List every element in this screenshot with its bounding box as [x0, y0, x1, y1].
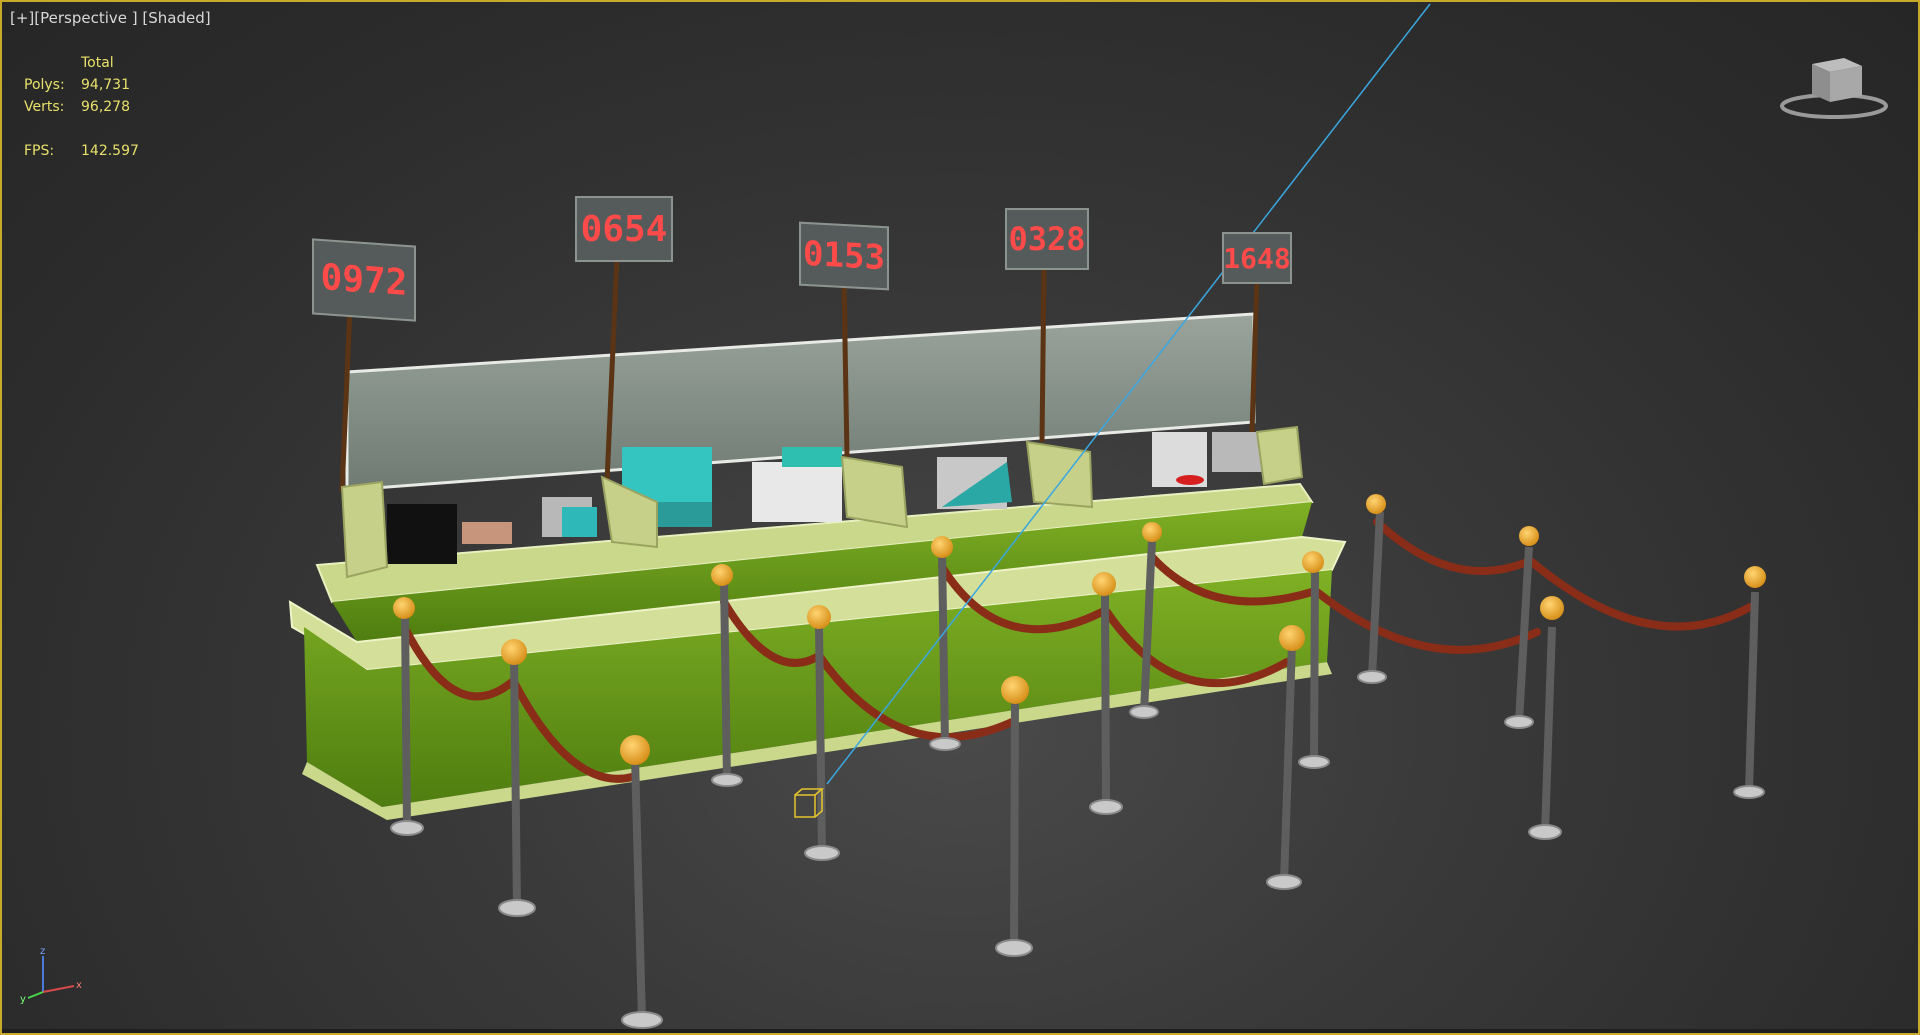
axis-gizmo-icon: z x y: [20, 946, 82, 1004]
viewcube-icon[interactable]: [1774, 54, 1894, 124]
sign-1: 0654: [575, 196, 673, 262]
sign-2: 0153: [799, 221, 889, 291]
sign-number: 1648: [1223, 241, 1291, 275]
scene-render[interactable]: [2, 2, 1920, 1035]
axis-x-label: x: [76, 980, 82, 991]
sign-number: 0972: [320, 256, 408, 304]
perspective-viewport[interactable]: [+][Perspective ] [Shaded] Total Polys: 9…: [0, 0, 1920, 1035]
sign-0: 0972: [312, 238, 416, 322]
viewport-bottom-edge: [2, 1029, 1918, 1033]
sign-4: 1648: [1222, 232, 1292, 284]
sign-3: 0328: [1005, 208, 1089, 270]
axis-z-label: z: [40, 946, 45, 957]
sign-number: 0654: [580, 208, 668, 250]
axis-y-label: y: [20, 994, 26, 1004]
sign-number: 0328: [1008, 220, 1086, 258]
sign-number: 0153: [803, 233, 885, 279]
